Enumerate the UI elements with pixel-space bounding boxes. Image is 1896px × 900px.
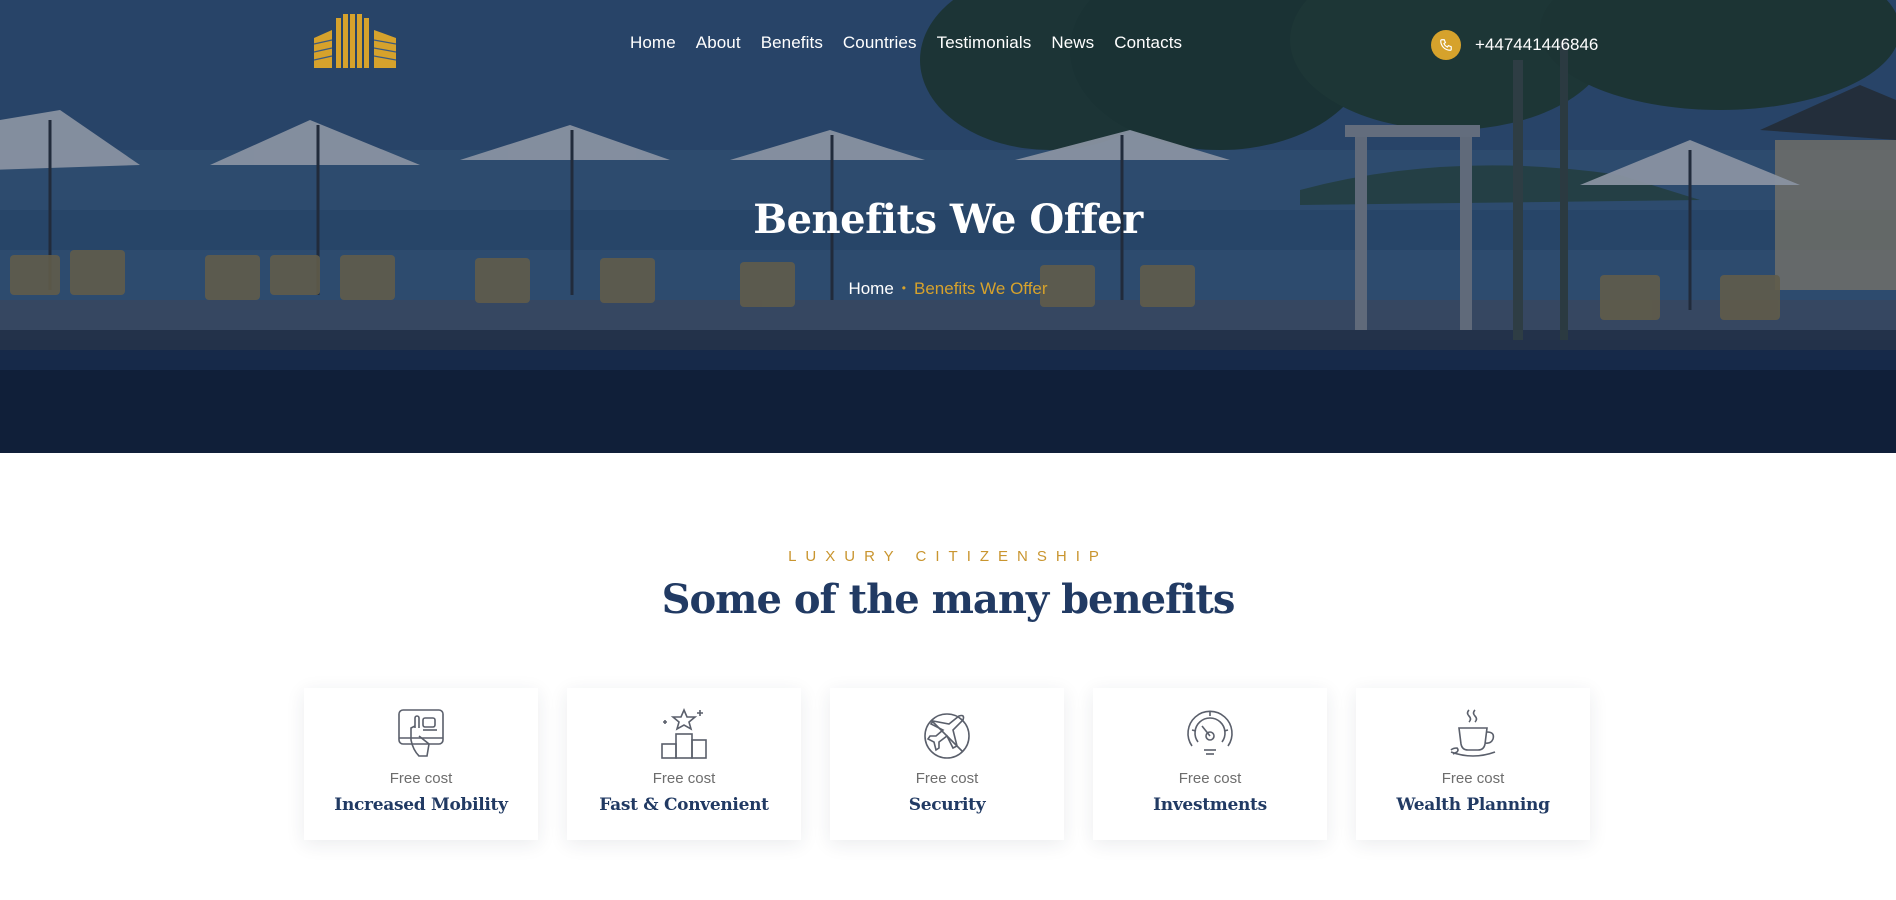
benefit-card-subtitle: Free cost: [1178, 770, 1242, 787]
nav-item-testimonials[interactable]: Testimonials: [937, 33, 1032, 53]
podium-star-icon: [661, 707, 707, 759]
benefits-cards: Free cost Increased Mobility Free cost F…: [304, 688, 1590, 840]
gauge-icon: [1187, 710, 1233, 755]
building-logo-icon[interactable]: [312, 12, 398, 70]
main-nav: Home About Benefits Countries Testimonia…: [630, 33, 1202, 53]
page-title: Benefits We Offer: [753, 196, 1143, 243]
breadcrumb: Home • Benefits We Offer: [0, 279, 1896, 299]
benefit-card-subtitle: Free cost: [389, 770, 453, 787]
benefit-card-subtitle: Free cost: [915, 770, 979, 787]
phone-link[interactable]: +447441446846: [1431, 30, 1598, 60]
benefit-card-title: Wealth Planning: [1396, 795, 1550, 815]
section-eyebrow: LUXURY CITIZENSHIP: [788, 548, 1108, 565]
benefit-card-increased-mobility[interactable]: Free cost Increased Mobility: [304, 688, 538, 840]
nav-item-about[interactable]: About: [696, 33, 741, 53]
benefit-card-subtitle: Free cost: [1441, 770, 1505, 787]
section-title: Some of the many benefits: [661, 576, 1236, 623]
nav-item-contacts[interactable]: Contacts: [1114, 33, 1182, 53]
benefit-card-title: Fast & Convenient: [599, 795, 769, 815]
breadcrumb-current: Benefits We Offer: [914, 279, 1048, 298]
nav-item-countries[interactable]: Countries: [843, 33, 917, 53]
benefit-card-wealth-planning[interactable]: Free cost Wealth Planning: [1356, 688, 1590, 840]
benefit-card-title: Increased Mobility: [334, 795, 508, 815]
hero-banner: Home About Benefits Countries Testimonia…: [0, 0, 1896, 453]
tablet-touch-icon: [398, 709, 444, 757]
benefit-card-investments[interactable]: Free cost Investments: [1093, 688, 1327, 840]
benefit-card-title: Security: [908, 795, 986, 815]
no-plane-security-icon: [924, 713, 970, 759]
benefit-card-fast-convenient[interactable]: Free cost Fast & Convenient: [567, 688, 801, 840]
phone-number[interactable]: +447441446846: [1475, 35, 1598, 55]
benefit-card-subtitle: Free cost: [652, 770, 716, 787]
breadcrumb-home-link[interactable]: Home: [848, 279, 893, 298]
benefit-card-title: Investments: [1153, 795, 1267, 815]
nav-item-news[interactable]: News: [1051, 33, 1094, 53]
nav-item-home[interactable]: Home: [630, 33, 676, 53]
benefit-card-security[interactable]: Free cost Security: [830, 688, 1064, 840]
nav-item-benefits[interactable]: Benefits: [761, 33, 823, 53]
coffee-cup-icon: [1450, 709, 1496, 757]
breadcrumb-separator: •: [901, 281, 906, 295]
phone-icon: [1431, 30, 1461, 60]
